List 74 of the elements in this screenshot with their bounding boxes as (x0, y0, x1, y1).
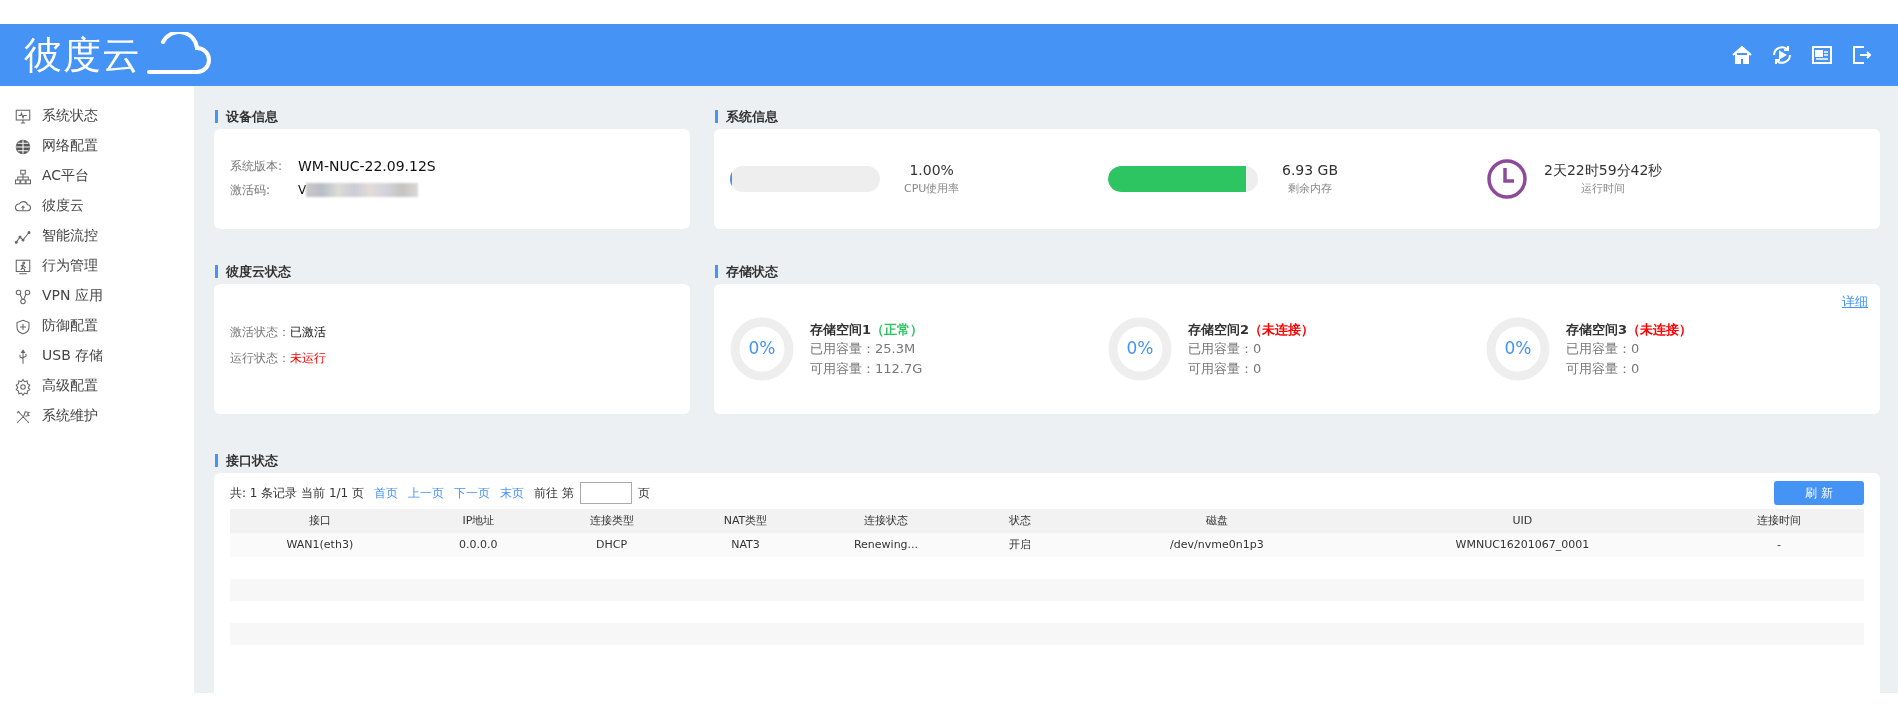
column-header: 磁盘 (1082, 509, 1351, 533)
table-cell: Renewing... (814, 533, 958, 557)
sidebar-item[interactable]: USB 存储 (0, 340, 194, 370)
sidebar-item[interactable]: 彼度云 (0, 190, 194, 220)
field-label: 激活码: (230, 181, 272, 199)
sidebar-item[interactable]: 行为管理 (0, 250, 194, 280)
table-cell: - (1694, 533, 1864, 557)
sidebar-item[interactable]: 网络配置 (0, 130, 194, 160)
sidebar-item[interactable]: VPN 应用 (0, 280, 194, 310)
sidebar-item[interactable]: 智能流控 (0, 220, 194, 250)
column-header: UID (1350, 509, 1694, 533)
status-value: 已激活 (290, 324, 326, 341)
column-header: 连接状态 (814, 509, 958, 533)
cpu-reading: 1.00% (908, 161, 955, 181)
storage-name: 存储空间1 (810, 321, 872, 337)
cpu-caption: CPU使用率 (904, 181, 960, 198)
clock-icon (1486, 158, 1528, 200)
used-capacity: 已用容量：0 (1188, 340, 1263, 359)
storage-status: （未连接） (1249, 321, 1315, 337)
refresh-play-icon[interactable] (1770, 43, 1794, 67)
logout-icon[interactable] (1850, 43, 1874, 67)
usage-percent: 0% (1126, 337, 1154, 361)
storage-name: 存储空间2 (1188, 321, 1250, 337)
uptime-caption: 运行时间 (1580, 181, 1627, 198)
free-capacity: 可用容量：112.7G (810, 359, 924, 378)
field-value: WM-NUC-22.09.12S (298, 156, 436, 176)
table-cell: /dev/nvme0n1p3 (1082, 533, 1351, 557)
column-header: 连接类型 (547, 509, 677, 533)
home-icon[interactable] (1730, 43, 1754, 67)
field-label: 系统版本: (230, 158, 284, 175)
table-cell: WMNUC16201067_0001 (1350, 533, 1694, 557)
usage-percent: 0% (748, 337, 776, 361)
memory-caption: 剩余内存 (1287, 181, 1334, 198)
goto-suffix: 页 (637, 485, 650, 502)
table-cell: 开启 (957, 533, 1083, 557)
used-capacity: 已用容量：25.3M (810, 340, 917, 359)
table-cell: WAN1(eth3) (230, 533, 410, 557)
uptime-reading: 2天22时59分42秒 (1544, 161, 1663, 181)
free-capacity: 可用容量：0 (1566, 359, 1641, 378)
field-label: 激活状态： (230, 324, 290, 341)
section-title: 系统信息 (715, 110, 1880, 123)
logo-text: 彼度云 (24, 36, 141, 74)
used-capacity: 已用容量：0 (1566, 340, 1641, 359)
memory-reading: 6.93 GB (1282, 161, 1339, 181)
field-label: 运行状态： (230, 350, 290, 367)
page-input-field[interactable] (579, 482, 632, 504)
column-header: IP地址 (409, 509, 547, 533)
column-header: 连接时间 (1694, 509, 1864, 533)
layout-icon[interactable] (1810, 43, 1834, 67)
section-title: 接口状态 (215, 454, 1880, 467)
sidebar-item[interactable]: 高级配置 (0, 370, 194, 400)
sidebar-item[interactable]: 系统维护 (0, 400, 194, 430)
record-summary: 共: 1 条记录 当前 1/1 页 (230, 485, 365, 502)
sidebar-item[interactable]: 防御配置 (0, 310, 194, 340)
table-cell: 0.0.0.0 (409, 533, 547, 557)
table-cell: NAT3 (676, 533, 815, 557)
storage-status: （未连接） (1627, 321, 1693, 337)
column-header: 状态 (957, 509, 1083, 533)
column-header: NAT类型 (676, 509, 815, 533)
section-title: 彼度云状态 (215, 265, 690, 278)
column-header: 接口 (230, 509, 410, 533)
field-value: V (298, 181, 307, 199)
sidebar-item[interactable]: AC平台 (0, 160, 194, 190)
table-cell: DHCP (547, 533, 677, 557)
goto-label: 前往 第 (534, 485, 574, 502)
status-value: 未运行 (290, 350, 326, 367)
storage-name: 存储空间3 (1566, 321, 1628, 337)
free-capacity: 可用容量：0 (1188, 359, 1263, 378)
sidebar-item[interactable]: 系统状态 (0, 100, 194, 130)
gear-icon (14, 376, 32, 394)
section-title: 设备信息 (215, 110, 690, 123)
usage-percent: 0% (1504, 337, 1532, 361)
storage-status: （正常） (871, 321, 924, 337)
section-title: 存储状态 (715, 265, 1880, 278)
